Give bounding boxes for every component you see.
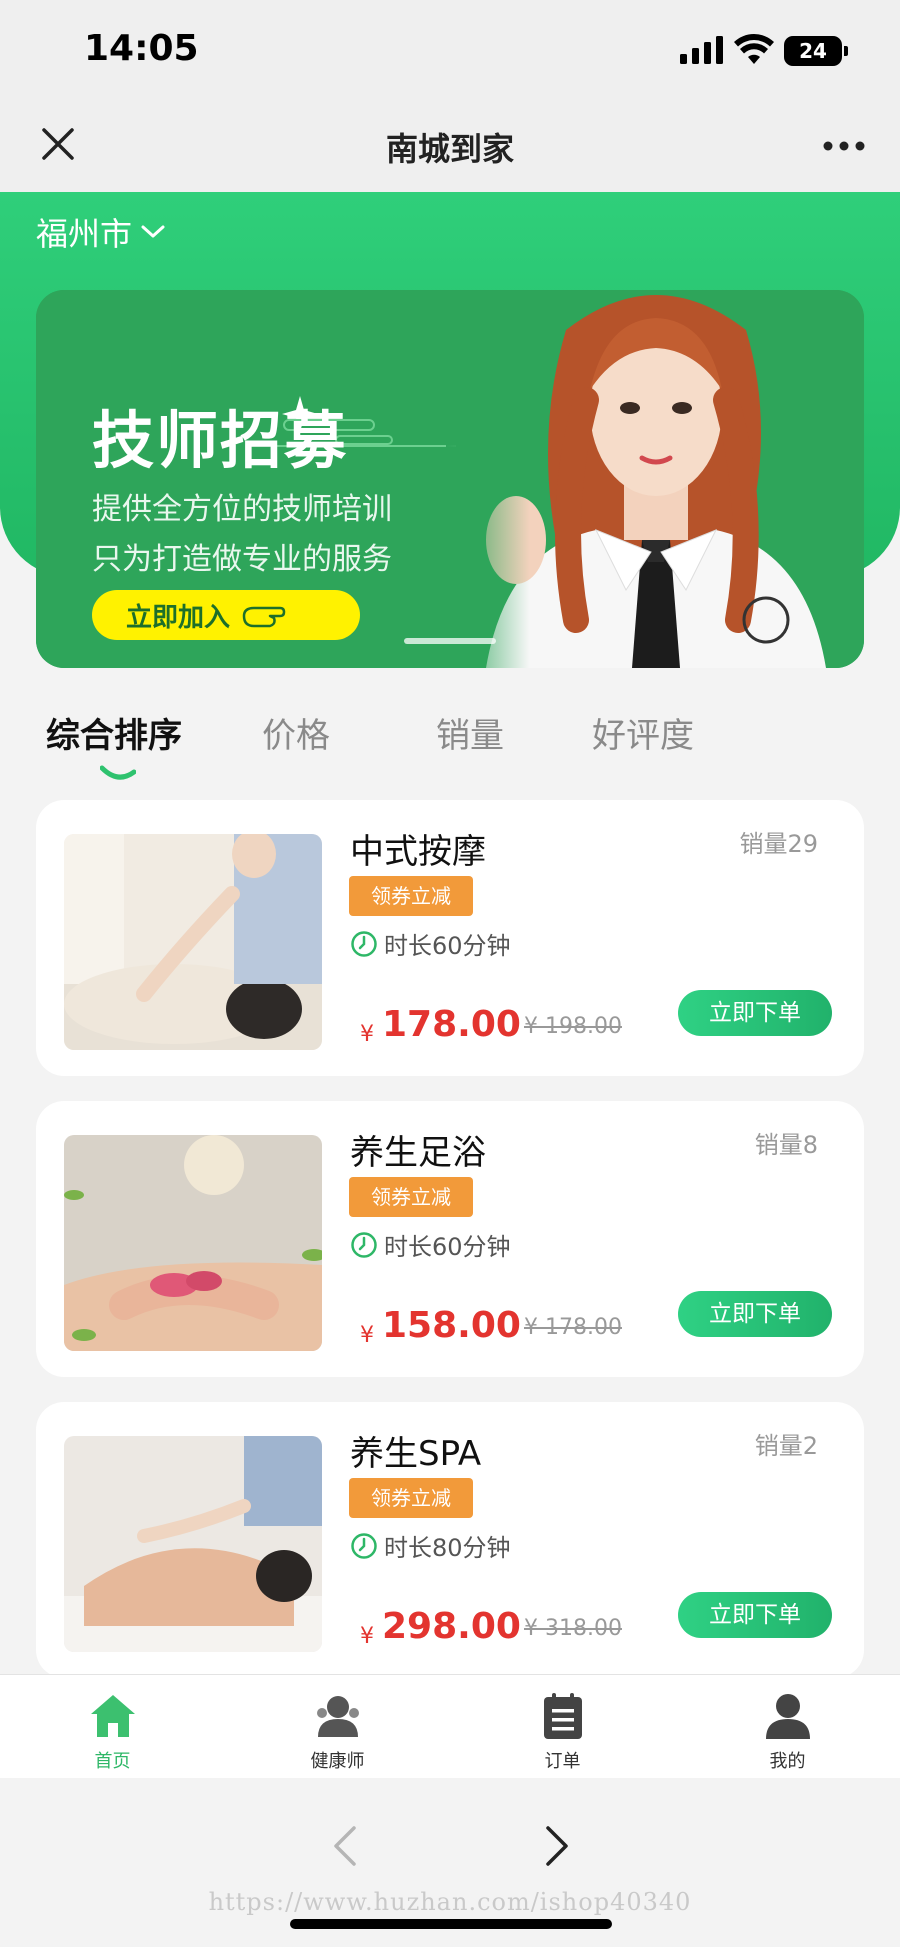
- coupon-badge: 领券立减: [349, 1177, 473, 1217]
- order-button[interactable]: 立即下单: [678, 1592, 832, 1638]
- product-sales: 销量8: [754, 1131, 818, 1159]
- technician-portrait: [446, 290, 864, 668]
- home-indicator: [290, 1919, 612, 1929]
- tab-orders[interactable]: 订单: [450, 1675, 675, 1779]
- product-image: [64, 1436, 322, 1652]
- pointing-hand-icon: [242, 606, 286, 628]
- join-button-label: 立即加入: [126, 602, 231, 633]
- price-original: ¥ 318.00: [524, 1616, 622, 1641]
- product-name: 养生足浴: [350, 1133, 486, 1173]
- tab-therapist[interactable]: 健康师: [225, 1675, 450, 1779]
- active-tab-indicator: [100, 765, 136, 780]
- tab-comprehensive[interactable]: 综合排序: [46, 708, 182, 757]
- status-time: 14:05: [84, 28, 199, 69]
- battery-icon: 24: [784, 36, 848, 66]
- banner-subtitle-2: 只为打造做专业的服务: [92, 542, 392, 577]
- watermark: https://www.huzhan.com/ishop40340: [208, 1888, 692, 1916]
- tab-orders-label: 订单: [544, 1751, 581, 1772]
- tab-price[interactable]: 价格: [262, 708, 330, 757]
- price-currency: ¥: [360, 1022, 374, 1047]
- tab-home[interactable]: 首页: [0, 1675, 225, 1779]
- product-sales: 销量2: [754, 1432, 818, 1460]
- price-original: ¥ 178.00: [524, 1315, 622, 1340]
- tab-therapist-label: 健康师: [310, 1751, 365, 1772]
- banner-title: 技师招募: [92, 404, 349, 477]
- back-arrow-icon[interactable]: [330, 1824, 360, 1868]
- price-currency: ¥: [360, 1624, 374, 1649]
- profile-icon: [766, 1694, 810, 1739]
- join-button[interactable]: 立即加入: [92, 590, 360, 640]
- product-image: [64, 1135, 322, 1351]
- tab-sales[interactable]: 销量: [436, 708, 504, 757]
- product-card[interactable]: 养生SPA 销量2 领券立减 时长80分钟 ¥ 298.00 ¥ 318.00 …: [36, 1402, 864, 1678]
- duration-row: 时长80分钟: [350, 1528, 511, 1563]
- price-current: 298.00: [382, 1606, 521, 1647]
- tab-home-label: 首页: [94, 1751, 131, 1772]
- home-icon: [91, 1695, 135, 1737]
- wifi-icon: [734, 34, 774, 64]
- duration-text: 时长60分钟: [384, 1233, 511, 1261]
- signal-icon: [680, 36, 723, 64]
- clock-icon: [351, 1532, 377, 1559]
- tab-profile-label: 我的: [769, 1751, 806, 1772]
- nav-bar: 南城到家: [0, 100, 900, 192]
- clock-icon: [351, 930, 377, 957]
- product-card[interactable]: 中式按摩 销量29 领券立减 时长60分钟 ¥ 178.00 ¥ 198.00 …: [36, 800, 864, 1076]
- product-image: [64, 834, 322, 1050]
- carousel-indicator: [404, 638, 496, 644]
- price-current: 158.00: [382, 1305, 521, 1346]
- page-title: 南城到家: [385, 130, 514, 168]
- city-selector[interactable]: 福州市: [36, 208, 166, 256]
- tab-profile[interactable]: 我的: [675, 1675, 900, 1779]
- order-button[interactable]: 立即下单: [678, 1291, 832, 1337]
- sort-tabs: 综合排序 价格 销量 好评度: [0, 708, 900, 780]
- product-name: 养生SPA: [350, 1434, 482, 1474]
- order-button[interactable]: 立即下单: [678, 990, 832, 1036]
- order-icon: [544, 1693, 582, 1739]
- duration-row: 时长60分钟: [350, 926, 511, 961]
- city-label: 福州市: [36, 215, 133, 253]
- product-card[interactable]: 养生足浴 销量8 领券立减 时长60分钟 ¥ 158.00 ¥ 178.00 立…: [36, 1101, 864, 1377]
- price-current: 178.00: [382, 1004, 521, 1045]
- bottom-tab-bar: 首页 健康师 订单 我的: [0, 1674, 900, 1778]
- duration-text: 时长60分钟: [384, 932, 511, 960]
- forward-arrow-icon[interactable]: [542, 1824, 572, 1868]
- banner-subtitle-1: 提供全方位的技师培训: [92, 492, 392, 527]
- status-bar: 14:05 24: [0, 0, 900, 100]
- recruit-banner[interactable]: 技师招募 提供全方位的技师培训 只为打造做专业的服务 立即加入: [36, 290, 864, 668]
- coupon-badge: 领券立减: [349, 1478, 473, 1518]
- more-icon[interactable]: [822, 140, 866, 152]
- price-original: ¥ 198.00: [524, 1014, 622, 1039]
- tab-rating[interactable]: 好评度: [592, 708, 694, 757]
- coupon-badge: 领券立减: [349, 876, 473, 916]
- therapist-icon: [317, 1696, 359, 1737]
- duration-text: 时长80分钟: [384, 1534, 511, 1562]
- chevron-down-icon: [141, 225, 165, 238]
- duration-row: 时长60分钟: [350, 1227, 511, 1262]
- product-sales: 销量29: [739, 830, 818, 858]
- price-currency: ¥: [360, 1323, 374, 1348]
- product-name: 中式按摩: [350, 832, 486, 872]
- clock-icon: [351, 1231, 377, 1258]
